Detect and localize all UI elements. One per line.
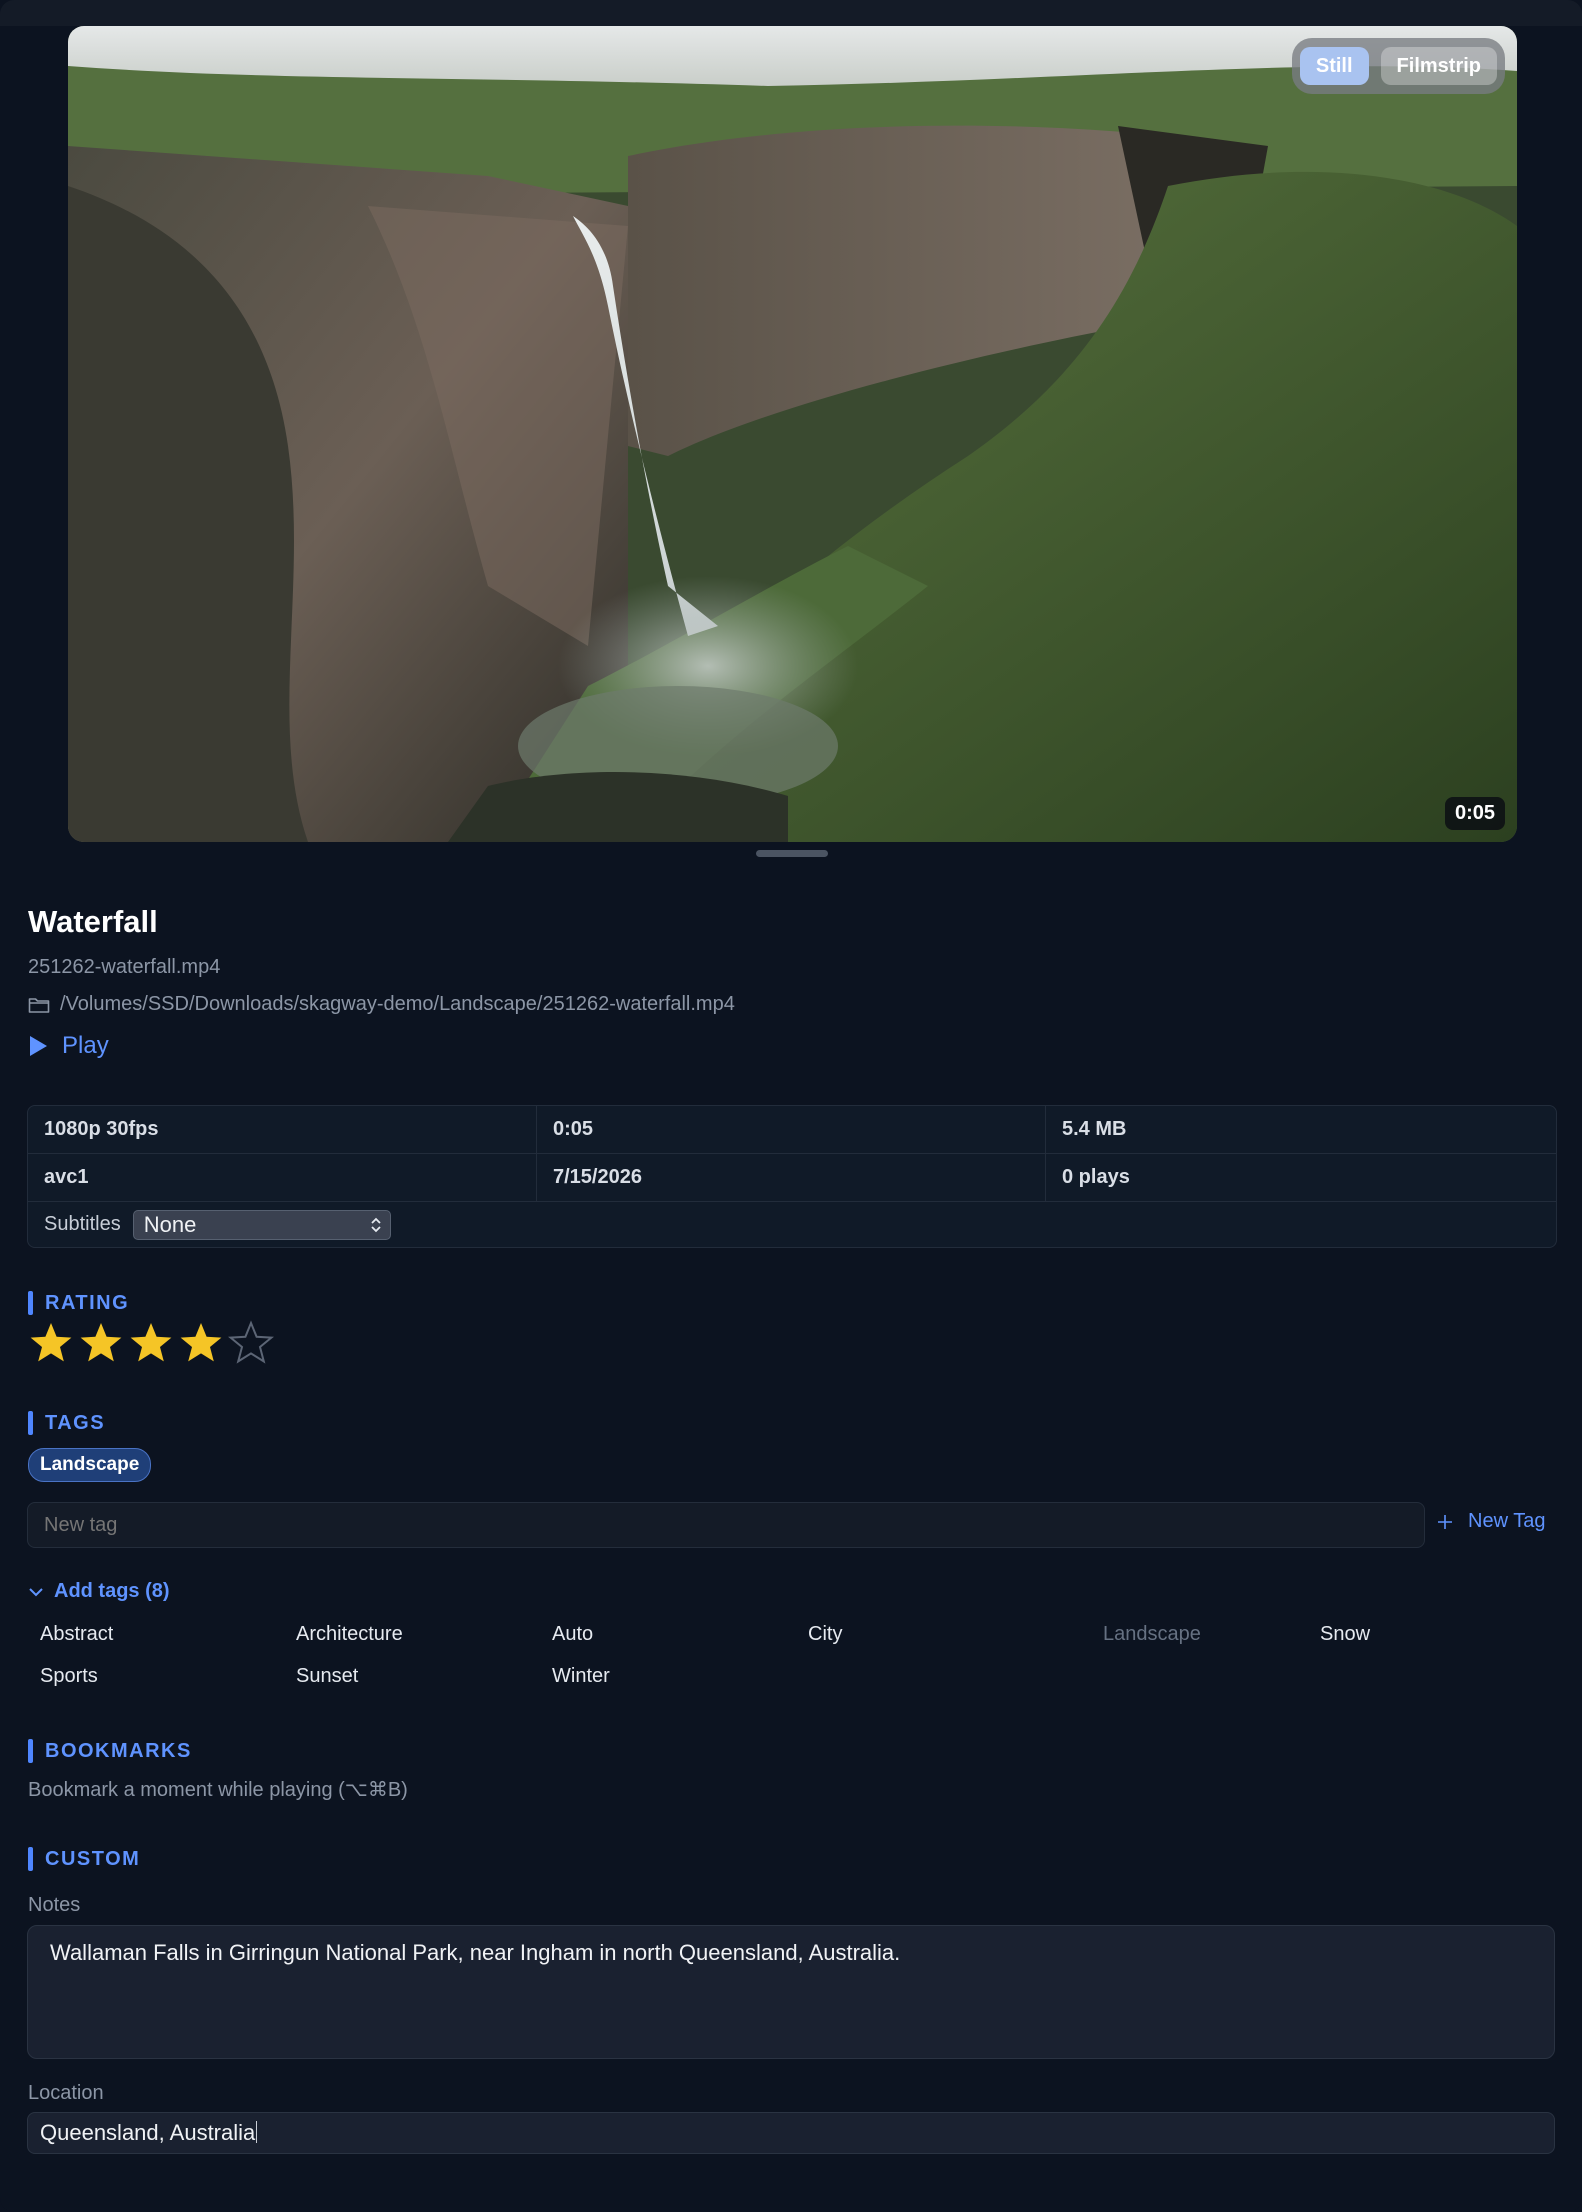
file-path: /Volumes/SSD/Downloads/skagway-demo/Land…	[60, 993, 735, 1015]
folder-icon	[28, 997, 50, 1013]
play-button[interactable]: Play	[28, 1032, 109, 1060]
tag-option-winter[interactable]: Winter	[552, 1665, 610, 1688]
star-rating	[28, 1320, 274, 1366]
waterfall-thumbnail	[68, 26, 1517, 842]
applied-tag-chip[interactable]: Landscape	[28, 1448, 152, 1482]
star-icon[interactable]	[78, 1320, 124, 1366]
tag-option-auto[interactable]: Auto	[552, 1623, 593, 1646]
inspector-panel: Still Filmstrip 0:05 Waterfall 251262-wa…	[0, 0, 1582, 2212]
star-icon[interactable]	[28, 1320, 74, 1366]
top-edge	[0, 0, 1582, 26]
tag-option-city[interactable]: City	[808, 1623, 842, 1646]
new-tag-button[interactable]: New Tag	[1436, 1510, 1545, 1533]
section-accent	[28, 1847, 33, 1871]
metadata-row: 1080p 30fps 0:05 5.4 MB	[28, 1106, 1556, 1154]
section-accent	[28, 1411, 33, 1435]
subtitles-value: None	[143, 1211, 197, 1237]
bookmarks-heading-label: BOOKMARKS	[45, 1739, 192, 1762]
plays-cell: 0 plays	[1062, 1166, 1130, 1188]
play-label: Play	[62, 1032, 109, 1059]
add-tags-label: Add tags (8)	[54, 1580, 170, 1602]
still-mode-button[interactable]: Still	[1299, 47, 1369, 85]
section-accent	[28, 1739, 33, 1763]
location-label: Location	[28, 2082, 104, 2104]
file-name: 251262-waterfall.mp4	[28, 956, 221, 978]
duration-badge: 0:05	[1444, 797, 1505, 830]
star-icon[interactable]	[178, 1320, 224, 1366]
rating-heading-label: RATING	[45, 1291, 130, 1314]
resize-handle[interactable]	[756, 850, 828, 857]
plus-icon	[1438, 1514, 1452, 1529]
video-preview[interactable]: Still Filmstrip 0:05	[68, 26, 1517, 842]
star-icon[interactable]	[128, 1320, 174, 1366]
section-accent	[28, 1291, 33, 1315]
location-value: Queensland, Australia	[40, 2120, 256, 2145]
tag-option-abstract[interactable]: Abstract	[40, 1623, 113, 1646]
chevron-down-icon	[29, 1587, 43, 1596]
tag-option-landscape: Landscape	[1103, 1623, 1201, 1645]
tags-heading: TAGS	[28, 1411, 105, 1435]
subtitles-select[interactable]: None	[132, 1209, 391, 1240]
date-cell: 7/15/2026	[537, 1154, 1046, 1201]
notes-field[interactable]: Wallaman Falls in Girringun National Par…	[27, 1925, 1555, 2059]
bookmarks-hint: Bookmark a moment while playing (⌥⌘B)	[28, 1779, 408, 1801]
view-mode-toggle: Still Filmstrip	[1291, 38, 1505, 94]
bookmarks-heading: BOOKMARKS	[28, 1739, 192, 1763]
file-path-row[interactable]: /Volumes/SSD/Downloads/skagway-demo/Land…	[28, 993, 735, 1016]
metadata-table: 1080p 30fps 0:05 5.4 MB avc1 7/15/2026 0…	[27, 1105, 1557, 1248]
select-arrows-icon	[371, 1217, 381, 1232]
subtitles-label: Subtitles	[44, 1213, 121, 1235]
resolution-cell: 1080p 30fps	[28, 1106, 537, 1153]
tag-option-sports[interactable]: Sports	[40, 1665, 98, 1688]
video-title: Waterfall	[28, 904, 158, 939]
tag-option-sunset[interactable]: Sunset	[296, 1665, 358, 1688]
custom-heading-label: CUSTOM	[45, 1847, 141, 1870]
tag-option-architecture[interactable]: Architecture	[296, 1623, 403, 1646]
metadata-row: avc1 7/15/2026 0 plays	[28, 1154, 1556, 1202]
custom-heading: CUSTOM	[28, 1847, 140, 1871]
text-caret	[256, 2121, 258, 2143]
notes-label: Notes	[28, 1894, 81, 1916]
play-icon	[30, 1036, 47, 1056]
duration-cell: 0:05	[537, 1106, 1046, 1153]
star-icon[interactable]	[228, 1320, 274, 1366]
codec-cell: avc1	[28, 1154, 537, 1201]
add-tags-disclosure[interactable]: Add tags (8)	[28, 1580, 170, 1603]
tags-heading-label: TAGS	[45, 1411, 106, 1434]
tag-option-snow[interactable]: Snow	[1320, 1623, 1370, 1646]
filmstrip-mode-button[interactable]: Filmstrip	[1380, 47, 1497, 85]
location-field[interactable]: Queensland, Australia	[27, 2112, 1555, 2154]
new-tag-label: New Tag	[1468, 1510, 1546, 1532]
filesize-cell: 5.4 MB	[1062, 1118, 1127, 1140]
rating-heading: RATING	[28, 1291, 129, 1315]
new-tag-input[interactable]	[27, 1502, 1425, 1548]
subtitles-row: Subtitles None	[28, 1202, 391, 1247]
